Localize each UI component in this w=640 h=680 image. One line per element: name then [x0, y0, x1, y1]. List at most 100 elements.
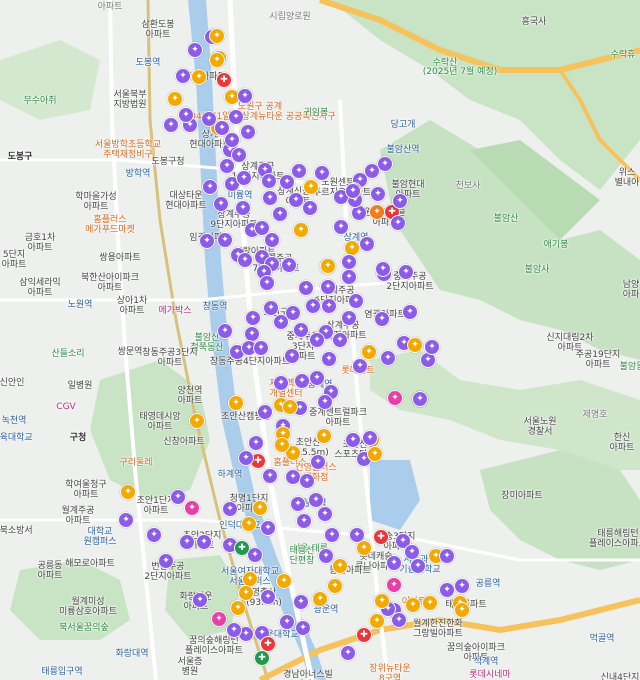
map-marker-purple[interactable]: ✦	[202, 179, 218, 195]
map-marker-purple[interactable]: ✦	[439, 582, 455, 598]
map-marker-orange[interactable]: ✦	[120, 484, 136, 500]
map-marker-purple[interactable]: ✦	[377, 156, 393, 172]
map-marker-orange[interactable]: ✦	[422, 595, 438, 611]
map-marker-purple[interactable]: ✦	[359, 236, 375, 252]
map-marker-purple[interactable]: ✦	[296, 513, 312, 529]
map-marker-purple[interactable]: ✦	[362, 430, 378, 446]
map-marker-purple[interactable]: ✦	[324, 527, 340, 543]
map-marker-purple[interactable]: ✦	[284, 348, 300, 364]
map-marker-purple[interactable]: ✦	[293, 322, 309, 338]
map-marker-purple[interactable]: ✦	[341, 269, 357, 285]
map-marker-purple[interactable]: ✦	[332, 332, 348, 348]
map-marker-green[interactable]: ✚	[234, 540, 250, 556]
map-marker-purple[interactable]: ✦	[317, 394, 333, 410]
map-marker-magenta[interactable]: ✦	[386, 577, 402, 593]
map-marker-purple[interactable]: ✦	[222, 501, 238, 517]
map-marker-purple[interactable]: ✦	[264, 232, 280, 248]
map-marker-purple[interactable]: ✦	[290, 496, 306, 512]
map-marker-purple[interactable]: ✦	[259, 275, 275, 291]
map-marker-purple[interactable]: ✦	[386, 555, 402, 571]
map-marker-purple[interactable]: ✦	[179, 534, 195, 550]
map-marker-green[interactable]: ✚	[254, 650, 270, 666]
map-marker-purple[interactable]: ✦	[219, 158, 235, 174]
map-marker-orange[interactable]: ✦	[374, 593, 390, 609]
map-marker-purple[interactable]: ✦	[295, 620, 311, 636]
map-marker-orange[interactable]: ✦	[356, 540, 372, 556]
map-marker-purple[interactable]: ✦	[341, 254, 357, 270]
map-marker-purple[interactable]: ✦	[260, 589, 276, 605]
map-marker-purple[interactable]: ✦	[257, 404, 273, 420]
map-marker-purple[interactable]: ✦	[299, 473, 315, 489]
map-marker-purple[interactable]: ✦	[305, 298, 321, 314]
map-marker-magenta[interactable]: ✦	[387, 390, 403, 406]
map-marker-purple[interactable]: ✦	[217, 232, 233, 248]
map-marker-purple[interactable]: ✦	[454, 578, 470, 594]
map-marker-purple[interactable]: ✦	[224, 132, 240, 148]
map-marker-purple[interactable]: ✦	[320, 279, 336, 295]
map-marker-purple[interactable]: ✦	[240, 124, 256, 140]
map-marker-orange[interactable]: ✦	[316, 428, 332, 444]
map-marker-purple[interactable]: ✦	[260, 520, 276, 536]
map-marker-orange[interactable]: ✦	[274, 437, 290, 453]
map-marker-orange[interactable]: ✦	[209, 52, 225, 68]
map-marker-purple[interactable]: ✦	[213, 196, 229, 212]
map-marker-purple[interactable]: ✦	[263, 300, 279, 316]
map-marker-purple[interactable]: ✦	[391, 612, 407, 628]
map-marker-purple[interactable]: ✦	[279, 614, 295, 630]
map-marker-purple[interactable]: ✦	[192, 592, 208, 608]
map-marker-purple[interactable]: ✦	[235, 200, 251, 216]
map-marker-purple[interactable]: ✦	[118, 512, 134, 528]
map-marker-orange[interactable]: ✦	[405, 597, 421, 613]
map-marker-purple[interactable]: ✦	[345, 432, 361, 448]
map-marker-orange[interactable]: ✦	[407, 337, 423, 353]
map-marker-purple[interactable]: ✦	[248, 435, 264, 451]
map-marker-purple[interactable]: ✦	[402, 304, 418, 320]
map-marker-purple[interactable]: ✦	[196, 534, 212, 550]
map-marker-orange[interactable]: ✦	[230, 600, 246, 616]
map-marker-purple[interactable]: ✦	[439, 548, 455, 564]
map-marker-orange[interactable]: ✦	[367, 446, 383, 462]
map-marker-purple[interactable]: ✦	[261, 173, 277, 189]
map-marker-purple[interactable]: ✦	[310, 454, 326, 470]
map-marker-purple[interactable]: ✦	[238, 450, 254, 466]
map-marker-purple[interactable]: ✦	[340, 645, 356, 661]
map-marker-purple[interactable]: ✦	[374, 311, 390, 327]
map-marker-orange[interactable]: ✦	[293, 222, 309, 238]
map-marker-purple[interactable]: ✦	[380, 350, 396, 366]
map-marker-purple[interactable]: ✦	[375, 261, 391, 277]
map-view[interactable]: 아파트 삼환도봉 아파트 도봉역 시립양로원 흥국사 수락산 수락휴 (2025년 7월 예정)…	[0, 0, 640, 680]
map-marker-purple[interactable]: ✦	[410, 558, 426, 574]
map-marker-purple[interactable]: ✦	[318, 548, 334, 564]
map-marker-purple[interactable]: ✦	[273, 375, 289, 391]
map-marker-purple[interactable]: ✦	[321, 298, 337, 314]
map-marker-purple[interactable]: ✦	[298, 280, 314, 296]
map-marker-orange[interactable]: ✦	[320, 258, 336, 274]
map-marker-purple[interactable]: ✦	[348, 293, 364, 309]
map-marker-red[interactable]: ✚	[216, 72, 232, 88]
map-marker-purple[interactable]: ✦	[262, 468, 278, 484]
map-marker-purple[interactable]: ✦	[237, 252, 253, 268]
map-marker-purple[interactable]: ✦	[226, 622, 242, 638]
map-marker-orange[interactable]: ✦	[252, 500, 268, 516]
map-marker-purple[interactable]: ✦	[273, 314, 289, 330]
map-marker-purple[interactable]: ✦	[352, 358, 368, 374]
map-marker-purple[interactable]: ✦	[317, 506, 333, 522]
map-marker-purple[interactable]: ✦	[217, 323, 233, 339]
map-marker-orange[interactable]: ✦	[276, 573, 292, 589]
map-marker-red[interactable]: ✚	[356, 627, 372, 643]
map-marker-purple[interactable]: ✦	[262, 190, 278, 206]
map-marker-purple[interactable]: ✦	[245, 310, 261, 326]
map-marker-purple[interactable]: ✦	[392, 193, 408, 209]
map-marker-purple[interactable]: ✦	[187, 42, 203, 58]
map-marker-purple[interactable]: ✦	[228, 109, 244, 125]
map-marker-orange[interactable]: ✦	[327, 578, 343, 594]
map-marker-orange[interactable]: ✦	[282, 399, 298, 415]
map-marker-purple[interactable]: ✦	[390, 215, 406, 231]
map-marker-purple[interactable]: ✦	[253, 340, 269, 356]
map-marker-purple[interactable]: ✦	[398, 264, 414, 280]
map-marker-purple[interactable]: ✦	[237, 88, 253, 104]
map-marker-purple[interactable]: ✦	[293, 594, 309, 610]
map-marker-purple[interactable]: ✦	[314, 165, 330, 181]
map-marker-orange[interactable]: ✦	[303, 179, 319, 195]
map-marker-purple[interactable]: ✦	[272, 206, 288, 222]
